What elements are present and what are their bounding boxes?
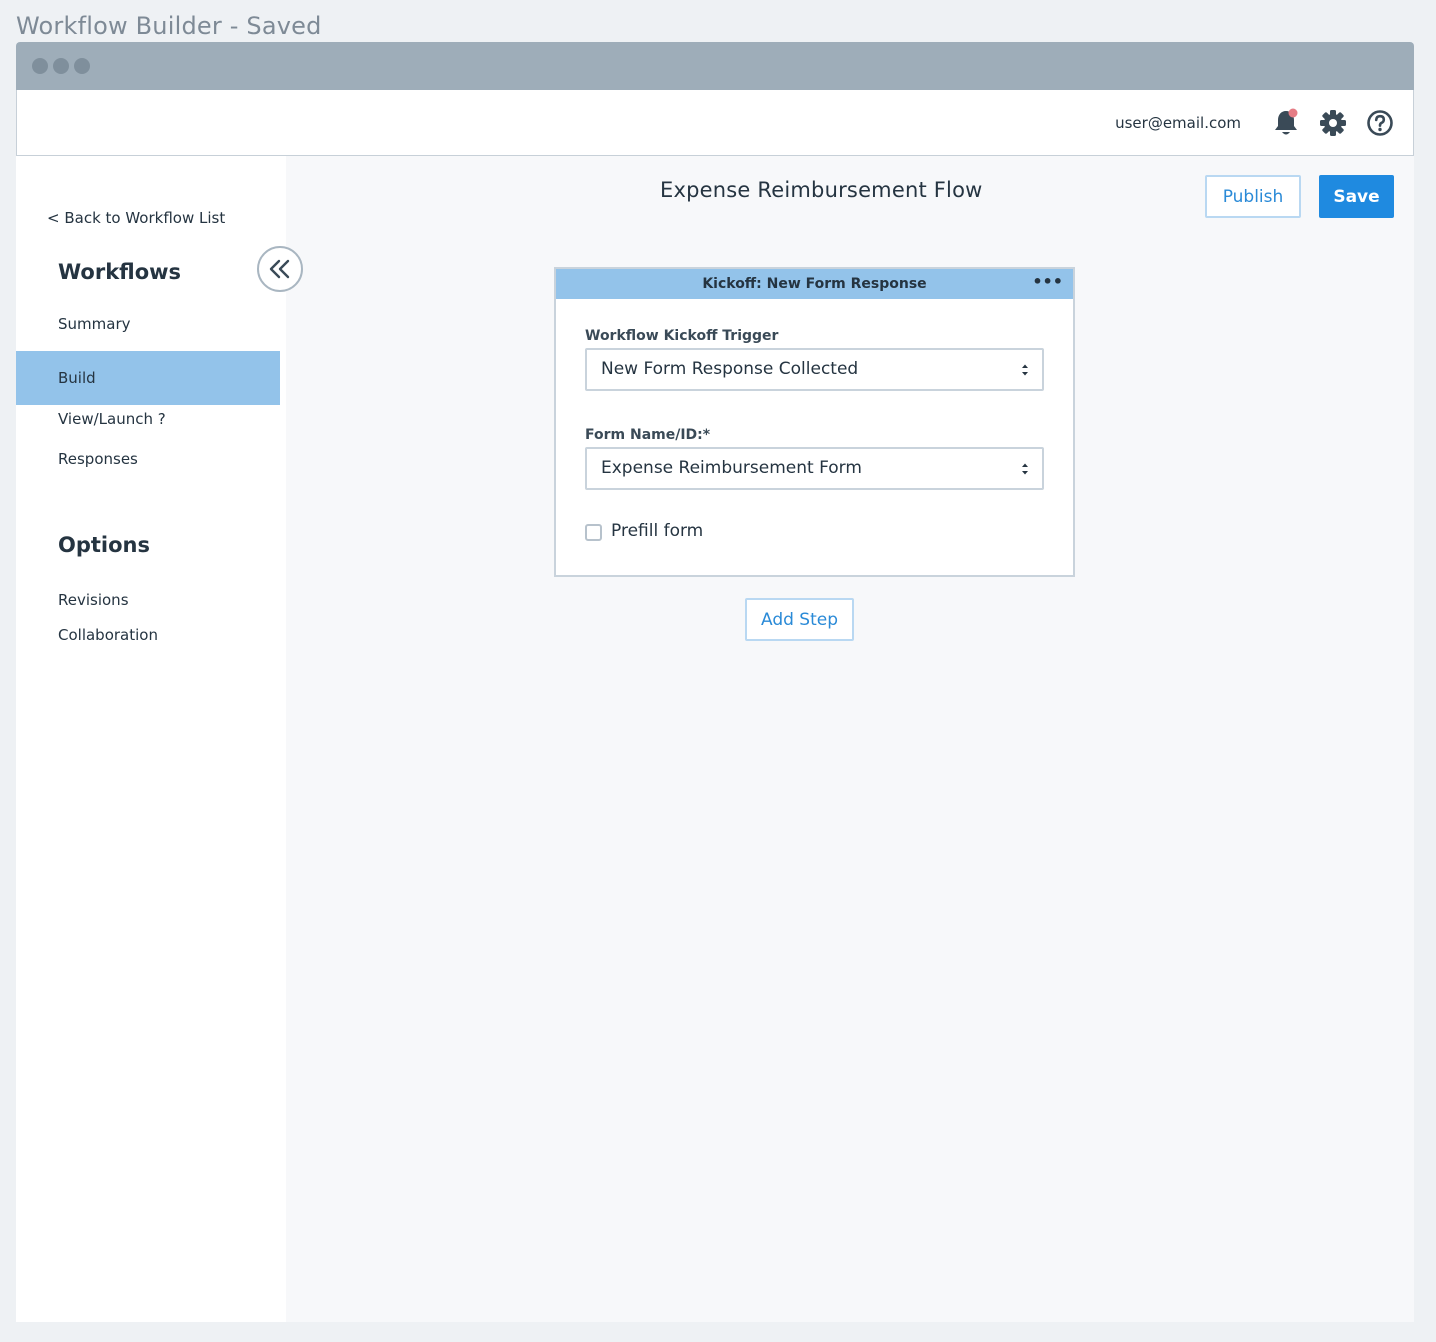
gear-icon[interactable] [1318,108,1348,138]
page-title: Workflow Builder - Saved [16,12,322,40]
prefill-form-checkbox[interactable] [585,524,602,541]
collapse-sidebar-button[interactable] [257,246,303,292]
workflow-title: Expense Reimbursement Flow [660,178,983,202]
prefill-form-label[interactable]: Prefill form [611,521,703,541]
more-options-icon[interactable]: ••• [1032,269,1063,299]
sidebar-item-build[interactable]: Build [16,351,280,405]
window-dot [53,58,69,74]
back-to-workflow-list-link[interactable]: < Back to Workflow List [47,209,225,227]
help-icon[interactable] [1365,108,1395,138]
form-name-select[interactable]: Expense Reimbursement Form [585,447,1044,490]
publish-button[interactable]: Publish [1205,175,1301,218]
window-dot [32,58,48,74]
sidebar-item-summary[interactable]: Summary [16,304,280,344]
double-chevron-left-icon [269,259,290,279]
card-header: Kickoff: New Form Response ••• [556,269,1073,299]
form-name-select-value: Expense Reimbursement Form [601,458,862,478]
options-heading: Options [58,533,150,557]
top-bar: user@email.com [16,90,1414,156]
app-window: user@email.com < Back to Workflow List W… [16,42,1414,1322]
sidebar: < Back to Workflow List Workflows Summar… [16,156,286,1322]
user-email[interactable]: user@email.com [1115,114,1241,132]
sidebar-item-collaboration[interactable]: Collaboration [16,615,280,655]
select-arrows-icon [1022,364,1028,376]
trigger-select[interactable]: New Form Response Collected [585,348,1044,391]
sidebar-item-responses[interactable]: Responses [16,439,280,479]
select-arrows-icon [1022,463,1028,475]
bell-icon[interactable] [1271,108,1301,138]
sidebar-item-view-launch[interactable]: View/Launch ? [16,399,280,439]
save-button[interactable]: Save [1319,175,1394,218]
card-title: Kickoff: New Form Response [702,276,927,292]
form-name-label: Form Name/ID:* [585,427,711,443]
window-dot [74,58,90,74]
trigger-label: Workflow Kickoff Trigger [585,328,779,344]
window-titlebar [16,42,1414,90]
sidebar-item-revisions[interactable]: Revisions [16,580,280,620]
add-step-button[interactable]: Add Step [745,598,854,641]
trigger-select-value: New Form Response Collected [601,359,859,379]
workflows-heading: Workflows [58,260,182,284]
kickoff-step-card: Kickoff: New Form Response ••• Workflow … [554,267,1075,577]
